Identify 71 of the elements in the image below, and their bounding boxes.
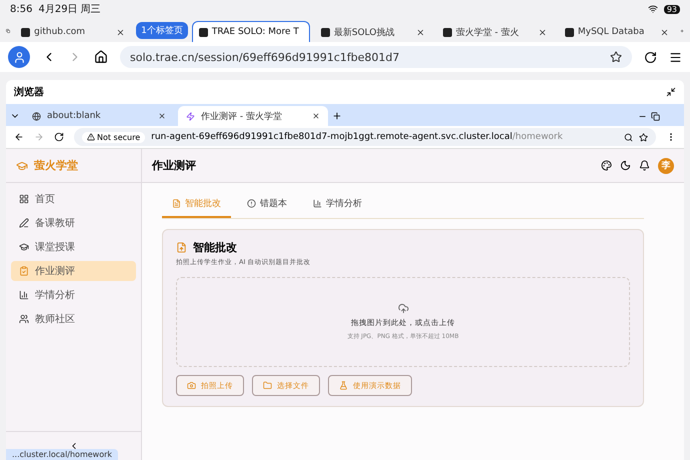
back-icon[interactable] bbox=[14, 132, 24, 142]
button-icon bbox=[187, 381, 196, 390]
nav-item[interactable]: 作业测评 bbox=[11, 261, 136, 281]
close-icon[interactable] bbox=[158, 112, 166, 120]
nav-icon bbox=[19, 218, 29, 228]
tab[interactable]: 学情分析 bbox=[303, 191, 372, 218]
nav-item[interactable]: 教师社区 bbox=[11, 309, 136, 329]
favicon-icon bbox=[21, 28, 30, 36]
favicon-icon bbox=[442, 28, 452, 36]
upload-icon bbox=[398, 303, 408, 314]
nav-item[interactable]: 学情分析 bbox=[11, 285, 136, 305]
nav-icon bbox=[19, 266, 29, 276]
warning-icon bbox=[87, 133, 95, 141]
close-icon[interactable] bbox=[660, 28, 669, 36]
wifi-icon bbox=[648, 4, 658, 14]
browser-tab[interactable]: github.com bbox=[14, 21, 132, 42]
nav-item[interactable]: 课堂授课 bbox=[11, 237, 136, 257]
moon-icon[interactable] bbox=[620, 160, 631, 171]
person-icon bbox=[12, 50, 26, 64]
nav-icon bbox=[19, 242, 29, 252]
button-icon bbox=[339, 381, 348, 390]
card-title: 智能批改 bbox=[193, 240, 237, 255]
browser-tab[interactable]: 萤火学堂 - 萤火 bbox=[436, 21, 554, 42]
tab-icon bbox=[313, 199, 322, 208]
address-field[interactable]: solo.trae.cn/session/69eff696d91991c1fbe801d7 bbox=[120, 46, 632, 68]
clock-time: 8:56 bbox=[10, 4, 32, 14]
browser-tab[interactable]: MySQL Databa bbox=[558, 21, 676, 42]
favicon-icon bbox=[564, 28, 574, 36]
collapse-icon[interactable] bbox=[666, 87, 676, 97]
browser-tab[interactable]: TRAE SOLO: More T bbox=[192, 21, 310, 42]
window-title: 浏览器 bbox=[14, 86, 44, 99]
nav-item[interactable]: 首页 bbox=[11, 189, 136, 209]
date-text: 4月29日 周三 bbox=[38, 3, 101, 16]
tab-icon bbox=[172, 199, 181, 208]
close-icon[interactable] bbox=[416, 28, 425, 36]
favicon-icon bbox=[198, 28, 208, 36]
page-title: 作业测评 bbox=[152, 158, 196, 173]
address-field[interactable]: Not secure run-agent-69eff696d91991c1fbe801d7-mojb1ggt.remote-agent.svc.cluster.local/homework bbox=[74, 128, 656, 146]
menu-icon[interactable] bbox=[669, 50, 682, 64]
file-icon bbox=[176, 242, 187, 253]
tab-group-badge[interactable]: 1个标签页 bbox=[136, 22, 188, 39]
profile-avatar[interactable] bbox=[8, 46, 30, 68]
brand-name: 萤火学堂 bbox=[34, 158, 78, 173]
button-icon bbox=[263, 381, 272, 390]
nav-icon bbox=[19, 314, 29, 324]
close-icon[interactable] bbox=[538, 28, 547, 36]
reload-icon[interactable] bbox=[54, 132, 64, 142]
palette-icon[interactable] bbox=[601, 160, 612, 171]
nav-item[interactable]: 备课教研 bbox=[11, 213, 136, 233]
bell-icon[interactable] bbox=[639, 160, 650, 171]
favicon-icon bbox=[320, 28, 330, 36]
home-icon[interactable] bbox=[94, 50, 108, 64]
restore-icon[interactable] bbox=[651, 112, 660, 121]
close-icon[interactable] bbox=[116, 28, 126, 36]
battery-level: 93 bbox=[664, 4, 680, 14]
nav-icon bbox=[19, 194, 29, 204]
new-tab-icon[interactable] bbox=[332, 111, 342, 121]
nav-icon bbox=[19, 290, 29, 300]
tab[interactable]: 错题本 bbox=[237, 191, 297, 218]
browser-tab[interactable]: 最新SOLO挑战 bbox=[314, 21, 432, 42]
lightning-icon bbox=[186, 112, 195, 120]
star-icon[interactable] bbox=[610, 51, 622, 63]
reload-icon[interactable] bbox=[644, 50, 657, 64]
search-icon[interactable] bbox=[624, 132, 633, 142]
browser-tab[interactable]: about:blank bbox=[24, 106, 174, 126]
logo-icon bbox=[16, 160, 28, 172]
browser-tab[interactable]: 作业测评 - 萤火学堂 bbox=[178, 106, 328, 126]
globe-icon bbox=[32, 112, 41, 120]
star-icon[interactable] bbox=[639, 132, 648, 142]
tab-icon bbox=[247, 199, 256, 208]
close-icon[interactable] bbox=[312, 112, 320, 120]
